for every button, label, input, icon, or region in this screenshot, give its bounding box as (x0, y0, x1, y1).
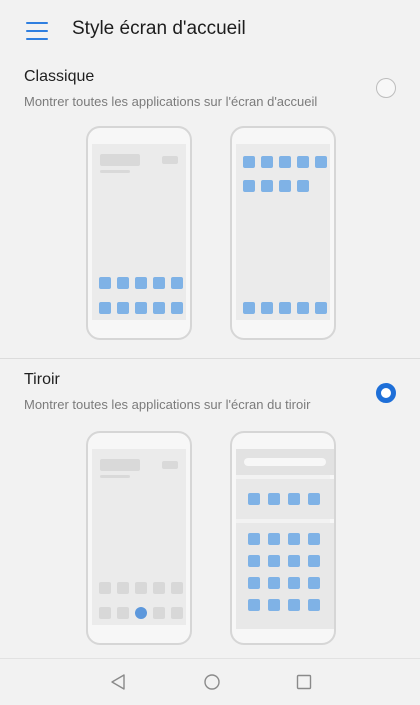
page-title: Style écran d'accueil (72, 18, 246, 39)
radio-classique[interactable] (376, 78, 396, 98)
back-triangle-icon[interactable] (109, 673, 127, 691)
option-classique-title: Classique (24, 68, 95, 85)
preview-tiroir-home (86, 431, 192, 645)
system-navigation-bar (0, 658, 420, 705)
preview-classique-home (86, 126, 192, 340)
option-classique-description: Montrer toutes les applications sur l'éc… (24, 94, 318, 109)
app-header: Style écran d'accueil (0, 0, 420, 60)
phone-screen (92, 449, 186, 625)
hamburger-menu-icon[interactable] (26, 22, 48, 40)
option-tiroir-description: Montrer toutes les applications sur l'éc… (24, 397, 311, 412)
preview-tiroir-drawer (230, 431, 336, 645)
recents-square-icon[interactable] (295, 673, 313, 691)
home-circle-icon[interactable] (203, 673, 221, 691)
phone-screen (236, 449, 334, 629)
phone-screen (236, 144, 330, 320)
option-tiroir[interactable]: Tiroir Montrer toutes les applications s… (0, 359, 420, 658)
drawer-button-icon (135, 607, 147, 619)
option-classique[interactable]: Classique Montrer toutes les application… (0, 60, 420, 358)
radio-tiroir[interactable] (376, 383, 396, 403)
phone-screen (92, 144, 186, 320)
preview-classique-page2 (230, 126, 336, 340)
option-tiroir-title: Tiroir (24, 371, 60, 388)
